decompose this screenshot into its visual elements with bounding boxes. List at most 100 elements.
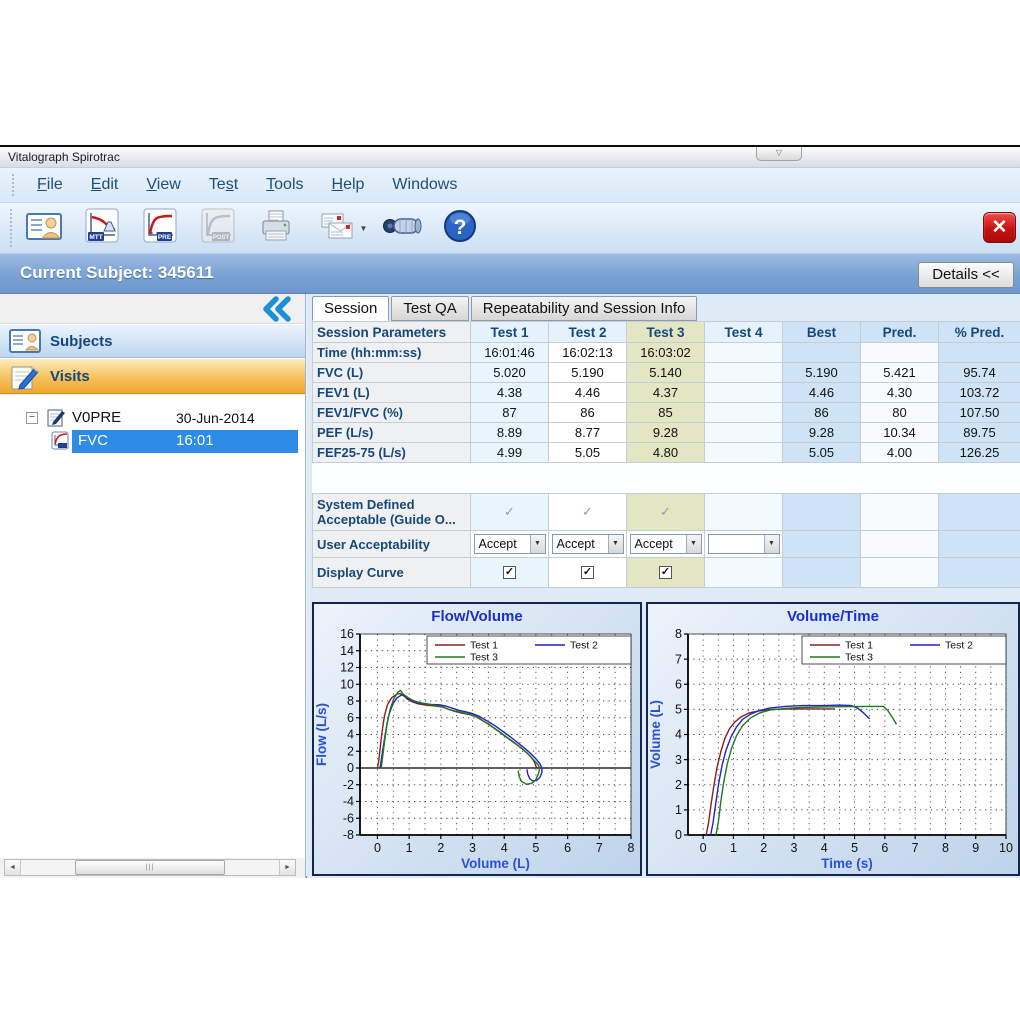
scrollbar-thumb[interactable]: ||| — [75, 860, 225, 875]
svg-text:6: 6 — [564, 841, 571, 855]
table-cell — [939, 558, 1020, 588]
table-cell — [783, 531, 861, 558]
table-cell — [939, 494, 1020, 531]
svg-text:0: 0 — [675, 828, 682, 842]
svg-text:2: 2 — [437, 841, 444, 855]
column-header: % Pred. — [939, 322, 1020, 343]
svg-text:1: 1 — [675, 803, 682, 817]
row-label: FEV1 (L) — [313, 383, 471, 403]
tab-repeatability[interactable]: Repeatability and Session Info — [471, 296, 698, 321]
row-label: Display Curve — [313, 558, 471, 588]
tree-node-test-fvc[interactable]: FVC 16:01 — [0, 430, 305, 453]
table-cell: 95.74 — [939, 363, 1020, 383]
svg-text:8: 8 — [942, 841, 949, 855]
table-cell — [705, 363, 783, 383]
send-report-button[interactable]: ▼ — [313, 207, 371, 249]
test-name: FVC — [78, 432, 108, 449]
close-button[interactable]: ✕ — [983, 212, 1016, 243]
menu-windows[interactable]: Windows — [378, 172, 471, 198]
menu-tools[interactable]: Tools — [252, 172, 317, 198]
acceptability-dropdown[interactable]: Accept▼ — [630, 534, 702, 554]
scroll-right-icon[interactable]: ► — [279, 860, 295, 875]
svg-text:7: 7 — [912, 841, 919, 855]
system-acceptable-cell: ✓ — [549, 494, 627, 531]
help-icon: ? — [440, 206, 480, 251]
svg-text:16: 16 — [340, 628, 354, 641]
table-cell: 8.89 — [471, 423, 549, 443]
svg-text:Time (s): Time (s) — [821, 856, 873, 871]
tree-node-visit[interactable]: − V0PRE 30-Jun-2014 — [0, 407, 305, 430]
svg-text:12: 12 — [340, 661, 354, 675]
dropdown-value: Accept — [631, 535, 686, 553]
dropdown-arrow-icon[interactable]: ▼ — [608, 535, 623, 553]
table-cell: 107.50 — [939, 403, 1020, 423]
sidebar-item-visits[interactable]: Visits — [0, 358, 305, 394]
table-cell: 9.28 — [627, 423, 705, 443]
table-cell: 5.190 — [783, 363, 861, 383]
collapse-sidebar-icon[interactable] — [261, 296, 295, 322]
svg-text:2: 2 — [760, 841, 767, 855]
acceptability-dropdown[interactable]: ▼ — [708, 534, 780, 554]
svg-text:8: 8 — [675, 628, 682, 641]
mtt-test-button[interactable]: MTT — [81, 207, 123, 249]
scroll-left-icon[interactable]: ◄ — [5, 860, 21, 875]
table-row: Time (hh:mm:ss)16:01:4616:02:1316:03:02 — [313, 343, 1020, 363]
column-header: Session Parameters — [313, 322, 471, 343]
svg-text:6: 6 — [675, 677, 682, 691]
menu-edit[interactable]: Edit — [77, 172, 133, 198]
table-cell — [939, 343, 1020, 363]
visits-icon — [8, 363, 42, 389]
row-label: System DefinedAcceptable (Guide O... — [313, 494, 471, 531]
help-button[interactable]: ? — [439, 207, 481, 249]
column-header: Pred. — [861, 322, 939, 343]
tab-session[interactable]: Session — [312, 296, 389, 321]
sidebar-horizontal-scrollbar[interactable]: ◄ ||| ► — [4, 859, 296, 876]
table-cell: 4.46 — [549, 383, 627, 403]
dropdown-arrow-icon[interactable]: ▼ — [686, 535, 701, 553]
svg-text:4: 4 — [675, 728, 682, 742]
visit-date: 30-Jun-2014 — [176, 410, 255, 426]
table-cell: 5.05 — [783, 443, 861, 463]
table-cell — [939, 531, 1020, 558]
table-cell: 87 — [471, 403, 549, 423]
row-label: FEF25-75 (L/s) — [313, 443, 471, 463]
titlebar-tab[interactable]: ▽ — [756, 147, 802, 161]
details-toggle-button[interactable]: Details << — [918, 262, 1014, 288]
send-dropdown-caret-icon[interactable]: ▼ — [360, 224, 368, 233]
table-cell: 5.05 — [549, 443, 627, 463]
table-cell: 4.37 — [627, 383, 705, 403]
menu-view[interactable]: View — [132, 172, 194, 198]
post-test-button[interactable]: POST — [197, 207, 239, 249]
dropdown-arrow-icon[interactable]: ▼ — [764, 535, 779, 553]
dropdown-arrow-icon[interactable]: ▼ — [530, 535, 545, 553]
current-subject-bar: Current Subject: 345611 Details << — [0, 254, 1020, 294]
selected-test-row[interactable]: FVC 16:01 — [72, 430, 298, 453]
svg-text:Test 2: Test 2 — [945, 640, 973, 652]
device-button[interactable] — [381, 207, 423, 249]
svg-text:PRE: PRE — [158, 234, 172, 241]
svg-text:Test 1: Test 1 — [845, 640, 873, 652]
display-curve-checkbox[interactable]: ✓ — [503, 566, 516, 579]
system-acceptable-cell: ✓ — [471, 494, 549, 531]
display-curve-checkbox[interactable]: ✓ — [659, 566, 672, 579]
menu-test[interactable]: Test — [195, 172, 252, 198]
acceptability-dropdown[interactable]: Accept▼ — [474, 534, 546, 554]
menu-help[interactable]: Help — [318, 172, 379, 198]
acceptability-dropdown[interactable]: Accept▼ — [552, 534, 624, 554]
menu-file[interactable]: File — [23, 172, 77, 198]
table-cell: 10.34 — [861, 423, 939, 443]
row-label: Time (hh:mm:ss) — [313, 343, 471, 363]
mtt-test-icon: MTT — [82, 206, 122, 251]
subject-details-button[interactable] — [23, 207, 65, 249]
pre-test-button[interactable]: PRE — [139, 207, 181, 249]
table-cell: 4.99 — [471, 443, 549, 463]
svg-text:-4: -4 — [343, 795, 354, 809]
tab-test-qa[interactable]: Test QA — [391, 296, 468, 321]
fvc-test-icon — [50, 431, 70, 451]
table-cell: 4.46 — [783, 383, 861, 403]
display-curve-checkbox[interactable]: ✓ — [581, 566, 594, 579]
collapse-node-icon[interactable]: − — [26, 412, 38, 424]
sidebar-item-subjects[interactable]: Subjects — [0, 324, 305, 358]
display-curve-cell: ✓ — [627, 558, 705, 588]
print-button[interactable] — [255, 207, 297, 249]
